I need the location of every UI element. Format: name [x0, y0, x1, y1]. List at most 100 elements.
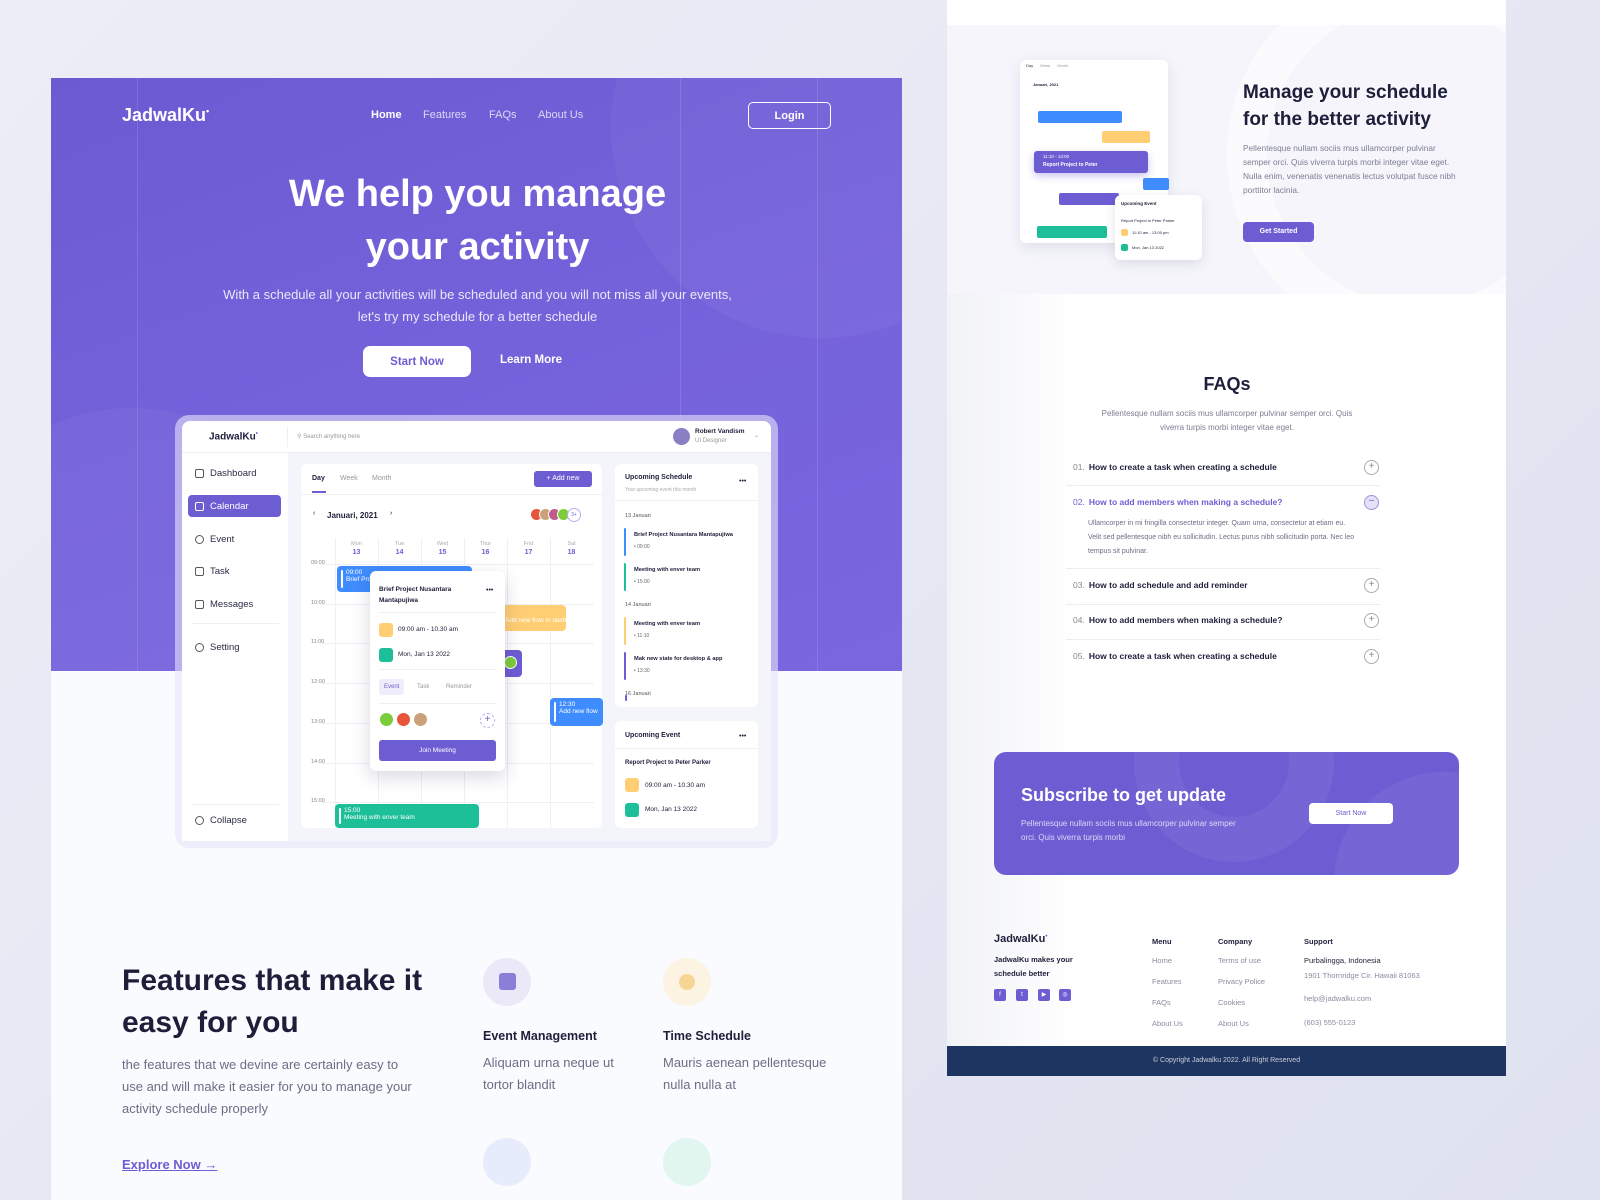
get-started-button[interactable]: Get Started	[1243, 222, 1314, 242]
plus-icon[interactable]: +	[1364, 649, 1379, 664]
more-icon[interactable]: •••	[486, 587, 493, 594]
facebook-icon[interactable]: f	[994, 989, 1006, 1001]
schedule-item[interactable]: Meeting with enver team • 11:10	[624, 617, 754, 645]
message-icon	[663, 1138, 711, 1186]
more-icon[interactable]: •••	[739, 733, 746, 740]
calendar-icon	[625, 803, 639, 817]
day-header[interactable]: Frid	[507, 541, 550, 547]
learn-more-button[interactable]: Learn More	[500, 354, 562, 366]
day-number[interactable]: 15	[421, 549, 464, 556]
schedule-item[interactable]: Meeting with enver team • 15:00	[624, 563, 754, 591]
time-label: 14:00	[311, 758, 325, 765]
logo[interactable]: JadwalKu•	[122, 105, 209, 126]
day-header[interactable]: Sat	[550, 541, 593, 547]
mini-month: Januari, 2021	[1033, 82, 1059, 87]
more-icon[interactable]: •••	[739, 478, 746, 485]
event-add-new-flow[interactable]: 12:30 Add new flow	[550, 698, 603, 726]
day-header[interactable]: Tue	[378, 541, 421, 547]
event-meeting[interactable]: 15:00 Meeting with enver team	[335, 804, 479, 828]
twitter-icon[interactable]: t	[1016, 989, 1028, 1001]
time-label: 10:00	[311, 599, 325, 606]
search-input[interactable]: ⚲ Search anything here	[297, 433, 360, 440]
footer-link[interactable]: Features	[1152, 977, 1182, 986]
footer-link[interactable]: About Us	[1152, 1019, 1183, 1028]
gear-icon	[195, 643, 204, 652]
schedule-item[interactable]: Brief Project Nusantara Mantapujiwa • 09…	[624, 528, 754, 556]
sidebar-item-event[interactable]: Event	[195, 534, 234, 545]
start-now-button[interactable]: Start Now	[363, 346, 471, 377]
clock-icon	[625, 778, 639, 792]
popup-tab-event[interactable]: Event	[384, 684, 399, 690]
faq-item[interactable]: 05. How to create a task when creating a …	[1073, 651, 1380, 661]
day-number[interactable]: 16	[464, 549, 507, 556]
footer-link[interactable]: FAQs	[1152, 998, 1171, 1007]
faq-item[interactable]: 04. How to add members when making a sche…	[1073, 615, 1380, 625]
faq-item[interactable]: 01. How to create a task when creating a …	[1073, 462, 1380, 472]
nav-about[interactable]: About Us	[538, 109, 583, 121]
prev-month-icon[interactable]: ‹	[313, 510, 315, 517]
popup-title: Brief Project Nusantara Mantapujiwa	[379, 586, 452, 604]
youtube-icon[interactable]: ▶	[1038, 989, 1050, 1001]
collapse-button[interactable]: Collapse	[195, 815, 247, 826]
footer-logo[interactable]: JadwalKu•	[994, 933, 1047, 945]
add-new-button[interactable]: + Add new	[534, 471, 592, 487]
footer-link[interactable]: Home	[1152, 956, 1172, 965]
feature-desc: Mauris aenean pellentesque nulla nulla a…	[663, 1055, 827, 1092]
day-number[interactable]: 14	[378, 549, 421, 556]
day-header[interactable]: Thur	[464, 541, 507, 547]
member-avatars[interactable]: 3+	[530, 508, 581, 522]
join-meeting-button[interactable]: Join Meeting	[379, 740, 496, 761]
calendar-icon	[379, 648, 393, 662]
popup-tab-task[interactable]: Task	[417, 684, 429, 690]
add-member-icon[interactable]: +	[480, 713, 495, 728]
day-number[interactable]: 18	[550, 549, 593, 556]
day-number[interactable]: 17	[507, 549, 550, 556]
nav-faqs[interactable]: FAQs	[489, 109, 517, 121]
time-label: 15:00	[311, 798, 325, 805]
next-month-icon[interactable]: ›	[390, 510, 392, 517]
nav-features[interactable]: Features	[423, 109, 466, 121]
tab-week[interactable]: Week	[340, 475, 358, 482]
sidebar-item-dashboard[interactable]: Dashboard	[195, 468, 256, 479]
popup-time: 09:00 am - 10.30 am	[398, 626, 458, 633]
footer-link[interactable]: Cookies	[1218, 998, 1245, 1007]
minus-icon[interactable]: −	[1364, 495, 1379, 510]
footer-link[interactable]: Terms of use	[1218, 956, 1261, 965]
nav-home[interactable]: Home	[371, 109, 402, 121]
user-avatar[interactable]	[673, 428, 690, 445]
tab-day[interactable]: Day	[312, 475, 325, 482]
day-number[interactable]: 13	[335, 549, 378, 556]
plus-icon[interactable]: +	[1364, 578, 1379, 593]
faq-item[interactable]: 03. How to add schedule and add reminder	[1073, 580, 1380, 590]
schedule-date: 13 Januari	[625, 513, 651, 519]
faq-item[interactable]: 02. How to add members when making a sche…	[1073, 497, 1380, 507]
popup-tab-reminder[interactable]: Reminder	[446, 684, 472, 690]
explore-now-link[interactable]: Explore Now →	[122, 1157, 217, 1172]
subscribe-start-button[interactable]: Start Now	[1309, 803, 1393, 824]
footer-company-title: Company	[1218, 937, 1253, 946]
features-title: Features that make it easy for you	[122, 964, 423, 1039]
day-header[interactable]: Wed	[421, 541, 464, 547]
footer-link[interactable]: About Us	[1218, 1019, 1249, 1028]
plus-icon[interactable]: +	[1364, 613, 1379, 628]
instagram-icon[interactable]: ◎	[1059, 989, 1071, 1001]
features-description: the features that we devine are certainl…	[122, 1057, 412, 1116]
sidebar-item-setting[interactable]: Setting	[195, 642, 240, 653]
footer-email[interactable]: help@jadwalku.com	[1304, 994, 1371, 1003]
sidebar-item-task[interactable]: Task	[195, 566, 230, 577]
arrow-right-icon: →	[204, 1157, 218, 1172]
upcoming-schedule-subtitle: Your upcoming event this month	[625, 487, 697, 493]
chevron-down-icon[interactable]: ⌄	[754, 432, 759, 439]
login-button[interactable]: Login	[748, 102, 831, 129]
schedule-item[interactable]: Mak new state for desktop & app • 13:30	[624, 652, 754, 680]
mini-event-card: Upcoming Event Report Project to Peter P…	[1115, 195, 1202, 260]
manage-title: Manage your schedule for the better acti…	[1243, 82, 1448, 130]
sidebar-item-calendar[interactable]: Calendar	[195, 501, 249, 512]
plus-icon[interactable]: +	[1364, 460, 1379, 475]
tab-month[interactable]: Month	[372, 475, 391, 482]
footer-link[interactable]: Privacy Police	[1218, 977, 1265, 986]
day-header[interactable]: Mon	[335, 541, 378, 547]
sidebar-item-messages[interactable]: Messages	[195, 599, 253, 610]
collapse-icon	[195, 816, 204, 825]
hero-title-line2: your activity	[365, 226, 590, 268]
